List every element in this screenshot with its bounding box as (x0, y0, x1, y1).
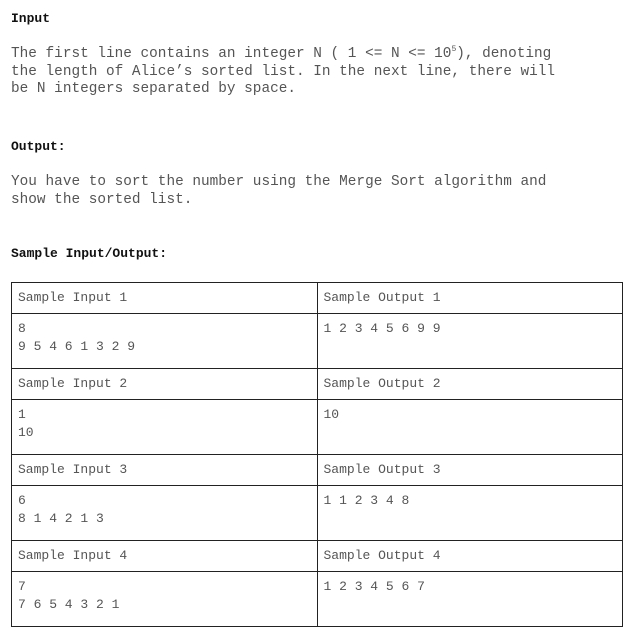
sample-data-row: 8 9 5 4 6 1 3 2 9 1 2 3 4 5 6 9 9 (11, 313, 623, 369)
output-desc-line-2: show the sorted list. (11, 191, 193, 208)
input-heading: Input (11, 11, 51, 26)
sample-input-line: 7 6 5 4 3 2 1 (18, 597, 120, 612)
sample-header-row: Sample Input 4 Sample Output 4 (11, 540, 623, 572)
sample-output-line: 1 2 3 4 5 6 7 (323, 579, 425, 594)
sample-output-label: Sample Output 4 (316, 540, 623, 572)
sample-output-value: 1 2 3 4 5 6 7 (316, 571, 623, 627)
output-desc-line-1: You have to sort the number using the Me… (11, 174, 547, 190)
sample-output-line: 1 1 2 3 4 8 (323, 493, 410, 508)
sample-input-value: 7 7 6 5 4 3 2 1 (11, 571, 318, 627)
input-desc-line-1: The first line contains an integer N ( 1… (11, 45, 552, 63)
sample-output-value: 1 1 2 3 4 8 (316, 485, 623, 541)
sample-output-label: Sample Output 3 (316, 454, 623, 486)
input-desc-line-2: the length of Alice’s sorted list. In th… (11, 63, 556, 80)
sample-output-value: 1 2 3 4 5 6 9 9 (316, 313, 623, 369)
sample-data-row: 7 7 6 5 4 3 2 1 1 2 3 4 5 6 7 (11, 571, 623, 627)
samples-heading: Sample Input/Output: (11, 246, 168, 261)
sample-input-value: 1 10 (11, 399, 318, 455)
sample-input-line: 6 (18, 493, 26, 508)
sample-output-line: 10 (323, 407, 340, 422)
sample-header-row: Sample Input 1 Sample Output 1 (11, 282, 623, 314)
sample-data-row: 1 10 10 (11, 399, 623, 455)
sample-input-label: Sample Input 2 (11, 368, 318, 400)
sample-input-line: 8 1 4 2 1 3 (18, 511, 104, 526)
sample-header-row: Sample Input 3 Sample Output 3 (11, 454, 623, 486)
sample-input-label: Sample Input 3 (11, 454, 318, 486)
sample-input-label: Sample Input 4 (11, 540, 318, 572)
output-heading: Output: (11, 139, 66, 154)
sample-input-line: 7 (18, 579, 26, 594)
sample-input-line: 1 (18, 407, 26, 422)
sample-output-label: Sample Output 1 (316, 282, 623, 314)
sample-input-value: 6 8 1 4 2 1 3 (11, 485, 318, 541)
sample-input-label: Sample Input 1 (11, 282, 318, 314)
output-description: You have to sort the number using the Me… (11, 174, 546, 209)
sample-data-row: 6 8 1 4 2 1 3 1 1 2 3 4 8 (11, 485, 623, 541)
sample-output-line: 1 2 3 4 5 6 9 9 (323, 321, 441, 336)
samples-table: Sample Input 1 Sample Output 1 8 9 5 4 6 1 … (11, 282, 623, 627)
input-description: The first line contains an integer N ( 1… (11, 46, 555, 99)
sample-input-value: 8 9 5 4 6 1 3 2 9 (11, 313, 318, 369)
sample-output-label: Sample Output 2 (316, 368, 623, 400)
sample-output-value: 10 (316, 399, 623, 455)
input-desc-line-3: be N integers separated by space. (11, 81, 296, 97)
sample-input-line: 9 5 4 6 1 3 2 9 (18, 339, 136, 354)
sample-input-line: 10 (18, 425, 34, 440)
sample-header-row: Sample Input 2 Sample Output 2 (11, 368, 623, 400)
sample-input-line: 8 (18, 321, 26, 336)
